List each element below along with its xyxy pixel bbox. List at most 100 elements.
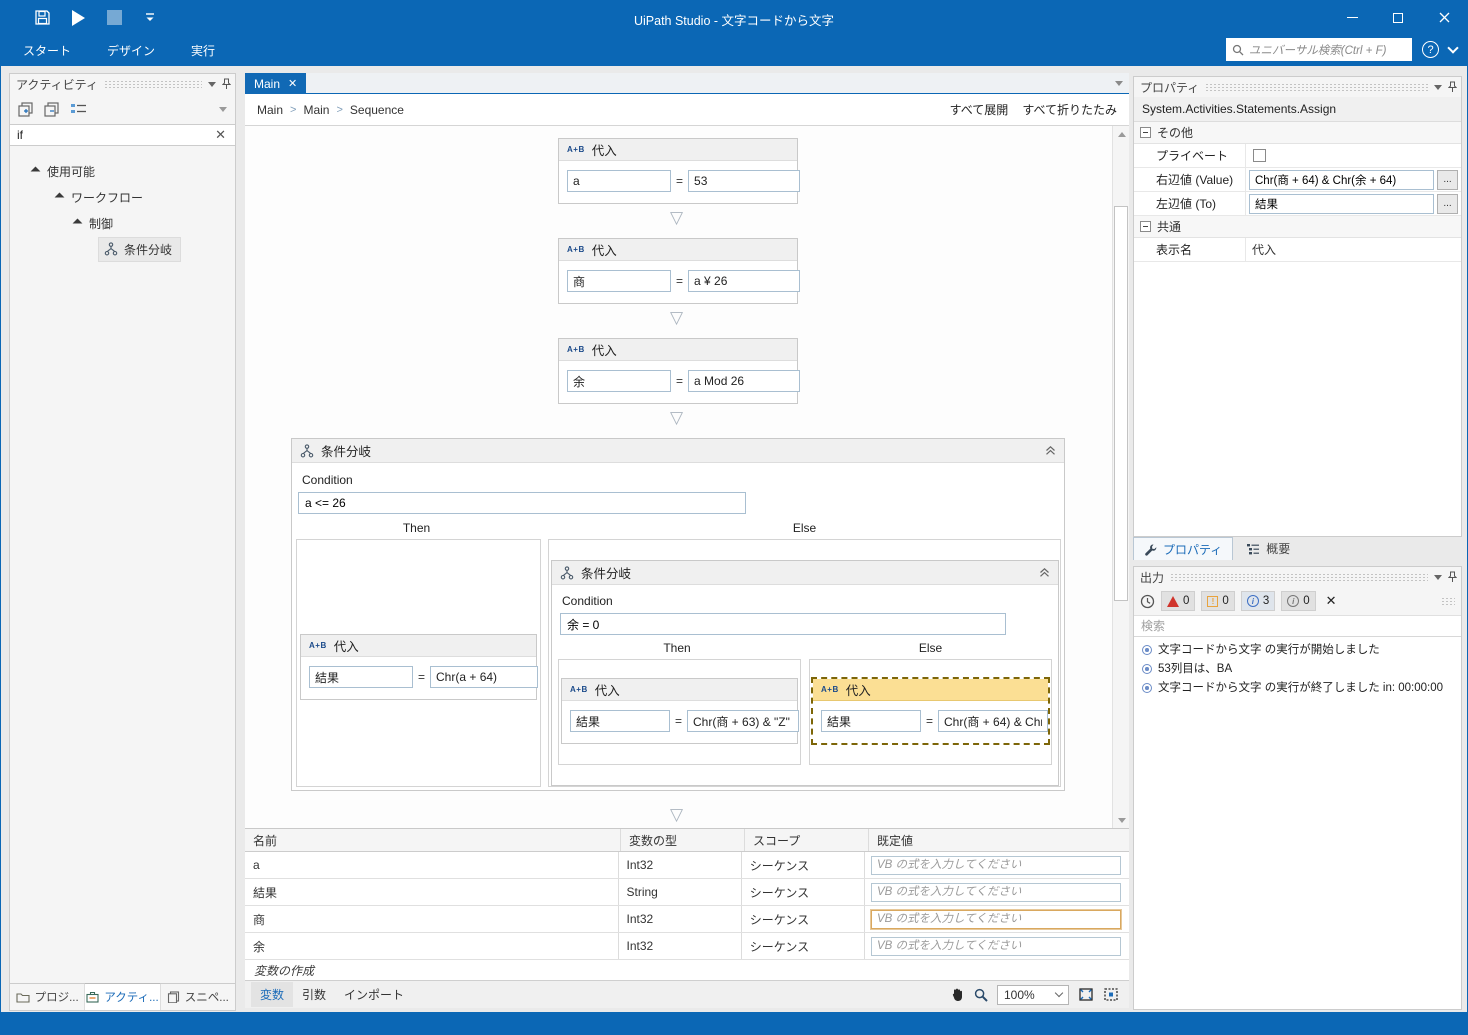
assign-activity-then[interactable]: A+B代入 =	[300, 634, 539, 700]
display-name-value[interactable]: 代入	[1246, 241, 1461, 258]
private-checkbox[interactable]	[1253, 149, 1266, 162]
collapse-chevron-icon[interactable]	[1045, 445, 1056, 456]
customize-quick-access-icon[interactable]	[139, 7, 161, 29]
condition-input[interactable]	[298, 492, 746, 514]
create-variable-row[interactable]: 変数の作成	[245, 960, 1129, 981]
expand-all-link[interactable]: すべて展開	[950, 101, 1009, 118]
collapse-chevron-icon[interactable]	[1039, 567, 1050, 578]
info-filter-toggle[interactable]: i 3	[1240, 591, 1276, 611]
if-activity-inner[interactable]: 条件分岐 Condition Then Else A+B代入	[551, 560, 1059, 786]
run-icon[interactable]	[67, 7, 89, 29]
help-icon[interactable]: ?	[1422, 41, 1439, 58]
tab-close-icon[interactable]: ✕	[288, 77, 297, 90]
ribbon-collapse-icon[interactable]	[1447, 41, 1459, 54]
expander-icon[interactable]	[72, 218, 83, 228]
variable-row[interactable]: 余 Int32 シーケンス	[245, 933, 1129, 960]
default-value-input-focused[interactable]	[871, 909, 1121, 929]
tab-project[interactable]: プロジ...	[10, 984, 86, 1010]
tab-properties[interactable]: プロパティ	[1133, 537, 1234, 560]
tab-design[interactable]: デザイン	[93, 34, 169, 67]
trace-filter-toggle[interactable]: i 0	[1281, 591, 1316, 611]
scrollbar-thumb[interactable]	[1114, 206, 1128, 601]
magnifier-icon[interactable]	[974, 988, 988, 1002]
expand-all-icon[interactable]	[18, 101, 34, 117]
scroll-up-icon[interactable]	[1113, 126, 1129, 142]
variable-row[interactable]: 商 Int32 シーケンス	[245, 906, 1129, 933]
tree-leaf-if[interactable]: 条件分岐	[10, 236, 235, 262]
fit-to-screen-icon[interactable]	[1078, 987, 1094, 1002]
assign-value-field[interactable]	[688, 370, 801, 392]
pin-icon[interactable]	[1448, 81, 1457, 93]
tab-list-icon[interactable]	[1115, 81, 1123, 86]
collapse-group-icon[interactable]	[1140, 127, 1151, 138]
errors-filter-toggle[interactable]: 0	[1161, 591, 1196, 611]
group-other[interactable]: その他	[1134, 122, 1461, 144]
tree-node-control[interactable]: 制御	[10, 210, 235, 236]
panel-menu-icon[interactable]	[1434, 84, 1442, 90]
scroll-down-icon[interactable]	[1113, 812, 1129, 828]
minimize-button[interactable]	[1329, 1, 1375, 34]
to-expression-input[interactable]	[1249, 193, 1434, 214]
zoom-level-select[interactable]: 100%	[997, 984, 1069, 1005]
maximize-button[interactable]	[1375, 1, 1421, 34]
assign-activity-quotient[interactable]: A+B代入 =	[558, 238, 801, 304]
variable-row[interactable]: 結果 String シーケンス	[245, 879, 1129, 906]
else-branch-dropzone[interactable]: 条件分岐 Condition Then Else A+B代入	[548, 539, 1061, 787]
assign-value-field[interactable]	[687, 710, 800, 732]
assign-to-field[interactable]	[567, 170, 671, 192]
timestamp-toggle-icon[interactable]	[1140, 594, 1155, 609]
col-header-default[interactable]: 既定値	[869, 829, 1129, 851]
assign-activity-a[interactable]: A+B代入 =	[558, 138, 801, 204]
tab-variables[interactable]: 変数	[251, 982, 294, 1007]
toolbar-overflow-icon[interactable]	[219, 106, 227, 112]
tab-start[interactable]: スタート	[9, 34, 85, 67]
expander-icon[interactable]	[54, 192, 65, 202]
workflow-canvas[interactable]: A+B代入 = ▽ A+B代入 = ▽ A+B代入 =	[245, 126, 1129, 828]
default-value-input[interactable]	[871, 936, 1121, 956]
breadcrumb-main[interactable]: Main	[257, 103, 283, 117]
tree-node-available[interactable]: 使用可能	[10, 158, 235, 184]
variable-row[interactable]: a Int32 シーケンス	[245, 852, 1129, 879]
clear-output-icon[interactable]: ✕	[1326, 593, 1337, 609]
pan-hand-icon[interactable]	[950, 987, 965, 1002]
tab-arguments[interactable]: 引数	[293, 982, 335, 1007]
zoom-reset-icon[interactable]	[1103, 987, 1119, 1002]
canvas-vertical-scrollbar[interactable]	[1112, 126, 1129, 828]
tree-node-workflow[interactable]: ワークフロー	[10, 184, 235, 210]
assign-to-field[interactable]	[309, 666, 413, 688]
tab-imports[interactable]: インポート	[335, 982, 413, 1007]
assign-value-field[interactable]	[430, 666, 539, 688]
tab-main[interactable]: Main ✕	[245, 73, 307, 94]
col-header-scope[interactable]: スコープ	[745, 829, 869, 851]
assign-activity-inner-else-selected[interactable]: A+B代入 =	[811, 677, 1050, 745]
group-common[interactable]: 共通	[1134, 216, 1461, 238]
collapse-all-icon[interactable]	[44, 101, 60, 117]
tab-snippets[interactable]: スニペ...	[161, 984, 235, 1010]
assign-to-field[interactable]	[567, 270, 671, 292]
condition-input[interactable]	[560, 613, 1006, 635]
else-branch-dropzone[interactable]: A+B代入 =	[809, 659, 1052, 765]
panel-menu-icon[interactable]	[208, 81, 216, 87]
then-branch-dropzone[interactable]: A+B代入 =	[296, 539, 541, 787]
if-activity-outer[interactable]: 条件分岐 Condition Then Else A+B代入 =	[291, 438, 1065, 791]
expression-editor-button[interactable]: ...	[1437, 193, 1458, 214]
col-header-type[interactable]: 変数の型	[621, 829, 745, 851]
tab-run[interactable]: 実行	[177, 34, 229, 67]
panel-menu-icon[interactable]	[1434, 574, 1442, 580]
tab-activities[interactable]: アクティ...	[85, 983, 161, 1010]
assign-value-field[interactable]	[688, 270, 801, 292]
breadcrumb-sequence[interactable]: Sequence	[350, 103, 404, 117]
default-value-input[interactable]	[871, 882, 1121, 902]
clear-search-icon[interactable]: ✕	[213, 127, 228, 143]
assign-to-field[interactable]	[567, 370, 671, 392]
collapse-all-link[interactable]: すべて折りたたみ	[1022, 101, 1117, 118]
assign-value-field[interactable]	[938, 710, 1049, 732]
breadcrumb-main2[interactable]: Main	[303, 103, 329, 117]
assign-value-field[interactable]	[688, 170, 801, 192]
value-expression-input[interactable]	[1249, 169, 1434, 190]
col-header-name[interactable]: 名前	[245, 829, 621, 851]
collapse-group-icon[interactable]	[1140, 221, 1151, 232]
warnings-filter-toggle[interactable]: ! 0	[1201, 591, 1235, 611]
pin-icon[interactable]	[222, 78, 231, 90]
expander-icon[interactable]	[30, 166, 41, 176]
